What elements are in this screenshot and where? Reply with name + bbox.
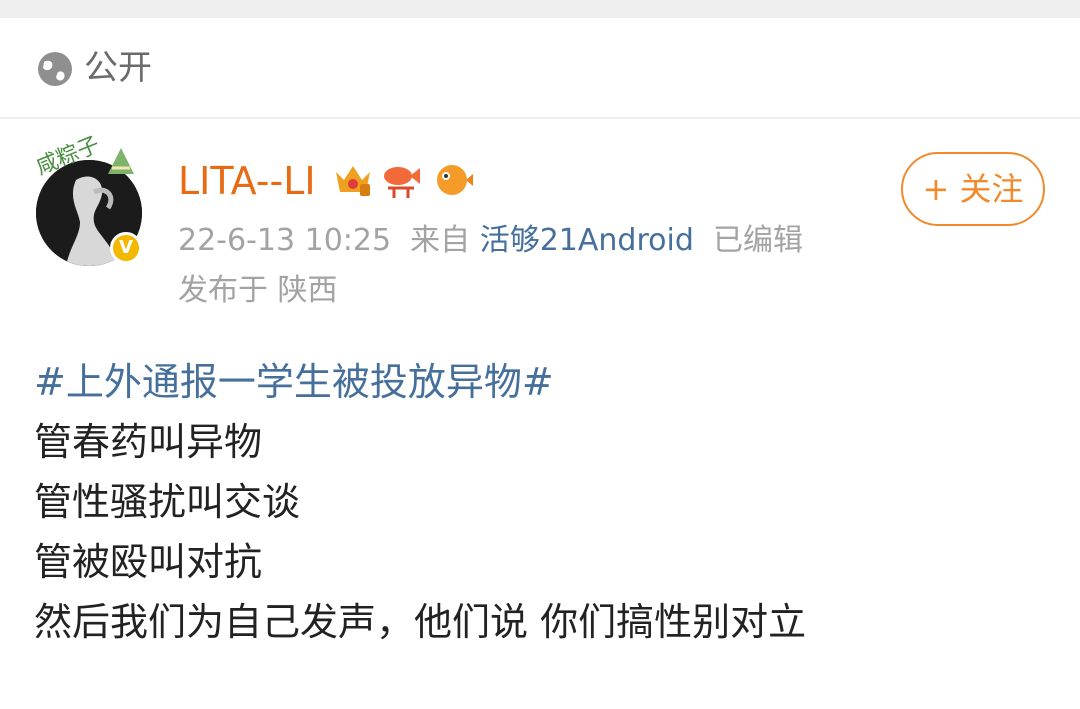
zongzi-icon bbox=[108, 148, 134, 174]
divider bbox=[0, 117, 1080, 119]
globe-icon bbox=[38, 52, 72, 86]
puffer-fish-badge-icon[interactable] bbox=[432, 158, 474, 200]
crown-badge-icon[interactable] bbox=[332, 158, 374, 200]
hashtag-link[interactable]: #上外通报一学生被投放异物# bbox=[34, 352, 1054, 412]
verified-v-icon: V bbox=[110, 232, 142, 264]
post-time: 22-6-13 10:25 bbox=[178, 223, 392, 258]
koi-fish-badge-icon[interactable] bbox=[380, 158, 422, 200]
visibility-row bbox=[0, 18, 1080, 118]
post-text-line: 管春药叫异物 bbox=[34, 420, 263, 464]
edited-label[interactable]: 已编辑 bbox=[713, 223, 803, 258]
follow-button[interactable]: + 关注 bbox=[901, 152, 1045, 226]
username[interactable]: LITA--LI bbox=[178, 158, 316, 204]
visibility-label: 公开 bbox=[84, 48, 152, 88]
post-text-line: 管性骚扰叫交谈 bbox=[34, 480, 301, 524]
post-meta: 22-6-13 10:25 来自 活够21Android 已编辑 bbox=[178, 222, 803, 260]
post-body: #上外通报一学生被投放异物# 管春药叫异物 管性骚扰叫交谈 管被殴叫对抗 然后我… bbox=[34, 352, 1054, 652]
from-label: 来自 bbox=[410, 223, 471, 258]
post-text-line: 管被殴叫对抗 bbox=[34, 540, 263, 584]
post-text-line: 然后我们为自己发声，他们说 你们搞性别对立 bbox=[34, 600, 807, 644]
post-location: 发布于 陕西 bbox=[178, 273, 338, 308]
source-link[interactable]: 活够21Android bbox=[480, 223, 694, 258]
top-strip bbox=[0, 0, 1080, 18]
